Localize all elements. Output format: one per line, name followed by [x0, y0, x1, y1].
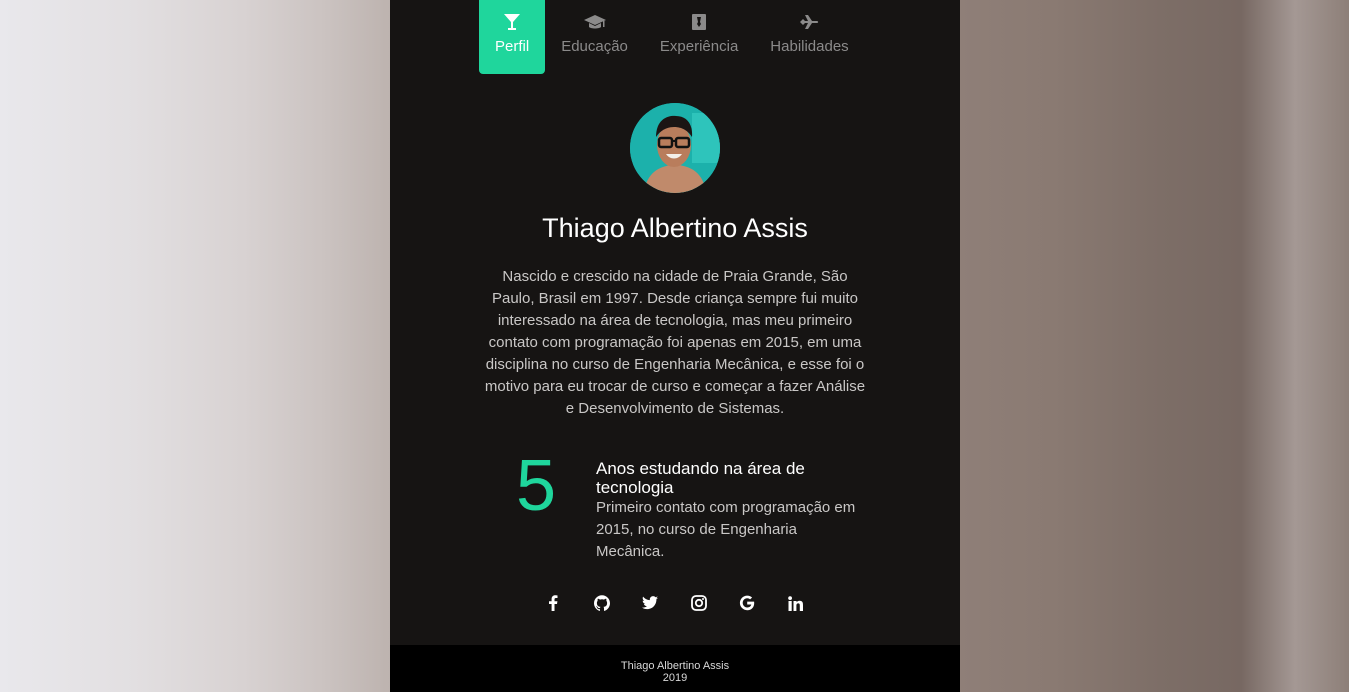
plane-icon	[799, 12, 819, 32]
profile-name: Thiago Albertino Assis	[542, 213, 808, 243]
footer-name: Thiago Albertino Assis	[620, 660, 730, 672]
briefcase-icon	[690, 12, 708, 32]
graduation-cap-icon	[583, 12, 607, 32]
github-icon[interactable]	[590, 591, 614, 615]
tab-label: Educação	[561, 38, 628, 55]
linkedin-icon[interactable]	[784, 591, 808, 615]
footer: Thiago Albertino Assis 2019	[390, 645, 960, 692]
tab-perfil[interactable]: Perfil	[479, 0, 546, 74]
profile-bio: Nascido e crescido na cidade de Praia Gr…	[484, 268, 866, 417]
instagram-icon[interactable]	[687, 591, 711, 615]
stat-number: 5	[516, 446, 557, 526]
avatar	[630, 103, 720, 193]
facebook-icon[interactable]	[541, 591, 565, 615]
tab-label: Habilidades	[770, 38, 849, 55]
tab-habilidades[interactable]: Habilidades	[754, 0, 864, 74]
footer-year: 2019	[662, 672, 688, 684]
google-icon[interactable]	[735, 591, 759, 615]
stat-description: Primeiro contato com programação em 2015…	[596, 499, 856, 560]
stat-title: Anos estudando na área de tecnologia	[596, 459, 805, 497]
cocktail-icon	[503, 12, 521, 32]
tab-educacao[interactable]: Educação	[545, 0, 644, 74]
profile-card: Perfil Educação Experiência Habilidades …	[390, 0, 960, 692]
tab-label: Perfil	[495, 38, 530, 55]
tab-label: Experiência	[659, 38, 739, 55]
tab-bar: Perfil Educação Experiência Habilidades	[479, 0, 865, 74]
tab-experiencia[interactable]: Experiência	[644, 0, 754, 74]
twitter-icon[interactable]	[638, 591, 662, 615]
social-links	[541, 591, 833, 615]
